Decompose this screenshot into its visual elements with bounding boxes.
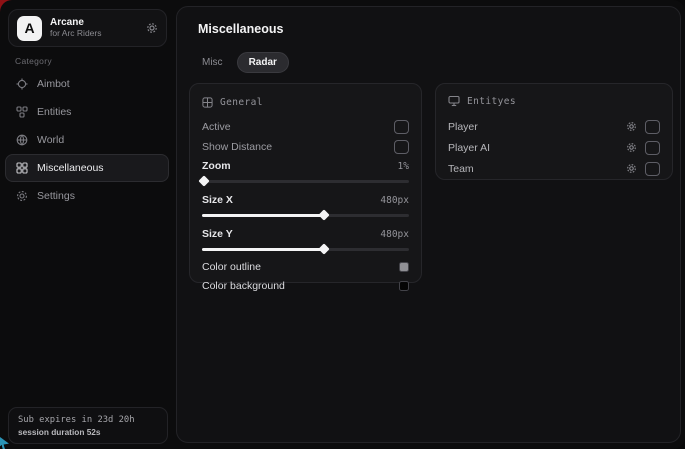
monitor-icon bbox=[448, 95, 460, 107]
show-distance-label: Show Distance bbox=[202, 141, 272, 153]
sidebar-item-label: Miscellaneous bbox=[37, 162, 104, 174]
app-logo: A bbox=[17, 16, 42, 41]
slider-fill bbox=[202, 248, 324, 251]
layout-grid-icon bbox=[16, 162, 28, 174]
main-panel: Miscellaneous Misc Radar General Active … bbox=[176, 6, 681, 443]
profile-text: Arcane for Arc Riders bbox=[50, 17, 146, 38]
sidebar-nav: Aimbot Entities World bbox=[5, 70, 169, 210]
color-outline-label: Color outline bbox=[202, 261, 261, 273]
subscription-card: Sub expires in 23d 20h session duration … bbox=[8, 407, 168, 444]
size-x-slider-thumb[interactable] bbox=[318, 209, 329, 220]
team-checkbox[interactable] bbox=[645, 162, 660, 176]
profile-gear-icon[interactable] bbox=[146, 22, 158, 34]
size-y-slider[interactable] bbox=[202, 244, 409, 254]
general-card-header: General bbox=[202, 95, 409, 109]
globe-icon bbox=[16, 134, 28, 146]
player-controls bbox=[626, 120, 660, 134]
gear-icon[interactable] bbox=[626, 163, 637, 174]
color-outline-swatch[interactable] bbox=[399, 262, 409, 272]
zoom-value: 1% bbox=[398, 161, 409, 172]
sidebar-item-label: Entities bbox=[37, 106, 71, 118]
sidebar-item-world[interactable]: World bbox=[5, 126, 169, 154]
active-checkbox[interactable] bbox=[394, 120, 409, 134]
active-label: Active bbox=[202, 121, 231, 133]
subscription-expiry: Sub expires in 23d 20h bbox=[18, 415, 158, 425]
general-card: General Active Show Distance Zoom 1% Siz… bbox=[189, 83, 422, 283]
crosshair-icon bbox=[16, 78, 28, 90]
sidebar-item-label: World bbox=[37, 134, 64, 146]
zoom-label: Zoom bbox=[202, 160, 231, 172]
team-controls bbox=[626, 162, 660, 176]
slider-fill bbox=[202, 214, 324, 217]
category-label: Category bbox=[15, 56, 52, 66]
zoom-slider[interactable] bbox=[202, 176, 409, 186]
player-ai-controls bbox=[626, 141, 660, 155]
entities-icon bbox=[16, 106, 28, 118]
size-y-slider-thumb[interactable] bbox=[318, 243, 329, 254]
sidebar-item-aimbot[interactable]: Aimbot bbox=[5, 70, 169, 98]
gear-icon[interactable] bbox=[626, 121, 637, 132]
player-ai-checkbox[interactable] bbox=[645, 141, 660, 155]
gear-icon bbox=[16, 190, 28, 202]
size-x-label: Size X bbox=[202, 194, 233, 206]
sidebar-item-miscellaneous[interactable]: Miscellaneous bbox=[5, 154, 169, 182]
size-y-value: 480px bbox=[380, 229, 409, 240]
session-duration: session duration 52s bbox=[18, 427, 158, 437]
team-row: Team bbox=[448, 158, 660, 179]
color-background-label: Color background bbox=[202, 280, 285, 292]
gear-icon[interactable] bbox=[626, 142, 637, 153]
tab-bar: Misc Radar bbox=[190, 52, 289, 73]
grid-icon bbox=[202, 97, 213, 108]
tab-radar[interactable]: Radar bbox=[237, 52, 289, 73]
active-row: Active bbox=[202, 117, 409, 137]
color-outline-row: Color outline bbox=[202, 257, 409, 276]
page-title: Miscellaneous bbox=[198, 22, 283, 36]
sidebar-item-settings[interactable]: Settings bbox=[5, 182, 169, 210]
player-checkbox[interactable] bbox=[645, 120, 660, 134]
size-y-label: Size Y bbox=[202, 228, 233, 240]
size-x-slider[interactable] bbox=[202, 210, 409, 220]
player-ai-row: Player AI bbox=[448, 137, 660, 158]
color-background-row: Color background bbox=[202, 276, 409, 295]
size-x-value: 480px bbox=[380, 195, 409, 206]
sidebar: A Arcane for Arc Riders Category bbox=[0, 0, 174, 449]
profile-card: A Arcane for Arc Riders bbox=[8, 9, 167, 47]
sidebar-item-entities[interactable]: Entities bbox=[5, 98, 169, 126]
size-y-row: Size Y 480px bbox=[202, 225, 409, 243]
team-label: Team bbox=[448, 163, 474, 175]
player-row: Player bbox=[448, 116, 660, 137]
general-card-title: General bbox=[220, 97, 263, 108]
show-distance-row: Show Distance bbox=[202, 137, 409, 157]
size-x-row: Size X 480px bbox=[202, 191, 409, 209]
sidebar-item-label: Settings bbox=[37, 190, 75, 202]
player-label: Player bbox=[448, 121, 478, 133]
zoom-slider-thumb[interactable] bbox=[198, 175, 209, 186]
color-background-swatch[interactable] bbox=[399, 281, 409, 291]
app-window: A Arcane for Arc Riders Category bbox=[0, 0, 685, 449]
sidebar-item-label: Aimbot bbox=[37, 78, 70, 90]
slider-track bbox=[202, 180, 409, 183]
show-distance-checkbox[interactable] bbox=[394, 140, 409, 154]
entities-card-header: Entityes bbox=[448, 94, 660, 108]
entities-card: Entityes Player Player AI bbox=[435, 83, 673, 180]
app-subtitle: for Arc Riders bbox=[50, 29, 146, 39]
entities-card-title: Entityes bbox=[467, 96, 516, 107]
tab-misc[interactable]: Misc bbox=[190, 52, 235, 73]
zoom-row: Zoom 1% bbox=[202, 157, 409, 175]
player-ai-label: Player AI bbox=[448, 142, 490, 154]
